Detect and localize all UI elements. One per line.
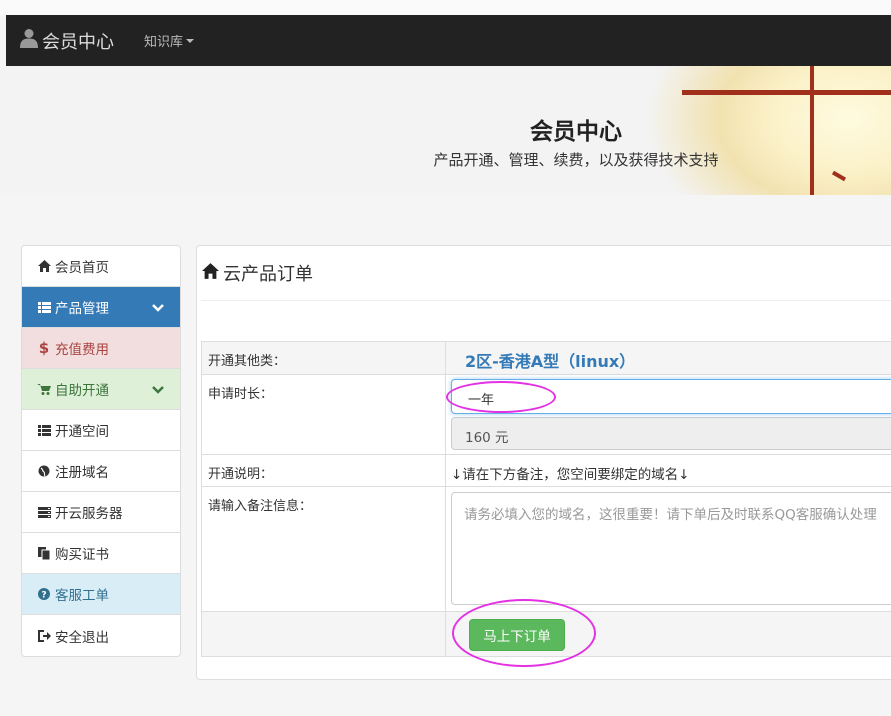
sidebar-item-label: 开通空间 xyxy=(55,424,109,440)
submit-cell: 马上下订单 xyxy=(445,611,891,657)
remark-textarea[interactable]: 请务必填入您的域名，这很重要！请下单后及时联系QQ客服确认处理 xyxy=(451,492,891,605)
duration-cell: 一年 160 元 xyxy=(445,374,891,455)
form-row-duration: 申请时长： 一年 160 元 xyxy=(201,374,891,455)
form-row-note: 开通说明： ↓请在下方备注，您空间要绑定的域名↓ xyxy=(201,454,891,487)
sidebar-item-label: 开云服务器 xyxy=(55,506,123,522)
chevron-down-icon xyxy=(152,287,164,328)
sidebar-item-register-domain[interactable]: 注册域名 xyxy=(22,451,180,492)
hero-title: 会员中心 xyxy=(530,119,622,145)
cart-icon xyxy=(37,383,51,395)
server-icon xyxy=(37,506,51,518)
sidebar-item-label: 会员首页 xyxy=(55,260,109,276)
form-row-submit: 马上下订单 xyxy=(201,611,891,657)
panel-title: 云产品订单 xyxy=(202,260,313,286)
sidebar-item-self-service[interactable]: 自助开通 xyxy=(22,369,180,410)
sidebar-item-label: 充值费用 xyxy=(55,342,109,358)
product-label: 开通其他类： xyxy=(201,341,446,375)
top-strip xyxy=(0,0,891,15)
sidebar-item-home[interactable]: 会员首页 xyxy=(22,246,180,287)
note-label: 开通说明： xyxy=(201,454,446,487)
window-frame-horizontal xyxy=(682,90,891,95)
home-icon xyxy=(37,260,51,272)
sidebar-item-cloud-server[interactable]: 开云服务器 xyxy=(22,492,180,533)
duration-select[interactable]: 一年 xyxy=(451,379,891,414)
sidebar-item-label: 客服工单 xyxy=(55,588,109,604)
panel-title-text: 云产品订单 xyxy=(223,264,313,285)
form-row-product: 开通其他类： 2区-香港A型（linux） xyxy=(201,341,891,375)
brand-label: 会员中心 xyxy=(42,31,114,53)
price-field: 160 元 xyxy=(451,417,891,450)
hero-banner: 会员中心 产品开通、管理、续费，以及获得技术支持 xyxy=(0,66,891,195)
duration-select-value: 一年 xyxy=(468,393,495,408)
remark-cell: 请务必填入您的域名，这很重要！请下单后及时联系QQ客服确认处理 xyxy=(445,486,891,612)
navbar-brand[interactable]: 会员中心 xyxy=(20,15,114,66)
chevron-down-icon xyxy=(152,369,164,410)
knowledge-base-label: 知识库 xyxy=(144,35,184,50)
svg-text:?: ? xyxy=(41,591,46,601)
certificate-icon xyxy=(37,546,51,560)
list-icon xyxy=(37,301,51,313)
form-row-remark: 请输入备注信息： 请务必填入您的域名，这很重要！请下单后及时联系QQ客服确认处理 xyxy=(201,486,891,612)
remark-label: 请输入备注信息： xyxy=(201,486,446,612)
logout-icon xyxy=(37,629,51,642)
knowledge-base-menu[interactable]: 知识库 xyxy=(144,15,195,66)
submit-order-button[interactable]: 马上下订单 xyxy=(469,619,565,651)
duration-label: 申请时长： xyxy=(201,374,446,455)
sidebar-item-label: 购买证书 xyxy=(55,547,109,563)
order-panel: 云产品订单 开通其他类： 2区-香港A型（linux） 申请时长： 一年 160… xyxy=(196,245,891,680)
sidebar-item-label: 产品管理 xyxy=(55,301,109,317)
sidebar-item-label: 自助开通 xyxy=(55,383,109,399)
sidebar-item-product-management[interactable]: 产品管理 xyxy=(22,287,180,328)
panel-divider xyxy=(201,300,891,301)
sidebar-item-label: 安全退出 xyxy=(55,629,109,646)
home-icon xyxy=(202,262,223,284)
globe-icon xyxy=(37,465,51,477)
sidebar-item-support-ticket[interactable]: ? 客服工单 xyxy=(22,574,180,615)
sidebar-item-logout[interactable]: 安全退出 xyxy=(22,615,180,656)
sidebar-menu: 会员首页 产品管理 $ 充值费用 自助开通 开通空间 注册域名 开云服务器 购买… xyxy=(21,245,181,657)
sidebar-item-label: 注册域名 xyxy=(55,465,109,481)
user-icon xyxy=(20,28,42,53)
caret-down-icon xyxy=(186,38,195,43)
sidebar-item-buy-certificate[interactable]: 购买证书 xyxy=(22,533,180,574)
hero-subtitle: 产品开通、管理、续费，以及获得技术支持 xyxy=(433,151,719,169)
order-form: 开通其他类： 2区-香港A型（linux） 申请时长： 一年 160 元 开通说… xyxy=(201,341,891,657)
question-icon: ? xyxy=(37,588,51,600)
list-icon xyxy=(37,424,51,436)
navbar: 会员中心 知识库 xyxy=(6,15,891,66)
sidebar-item-open-space[interactable]: 开通空间 xyxy=(22,410,180,451)
submit-row-label xyxy=(201,611,446,657)
sidebar-item-recharge[interactable]: $ 充值费用 xyxy=(22,328,180,369)
product-value: 2区-香港A型（linux） xyxy=(445,341,891,375)
note-text: ↓请在下方备注，您空间要绑定的域名↓ xyxy=(445,454,891,487)
dollar-icon: $ xyxy=(38,339,50,357)
